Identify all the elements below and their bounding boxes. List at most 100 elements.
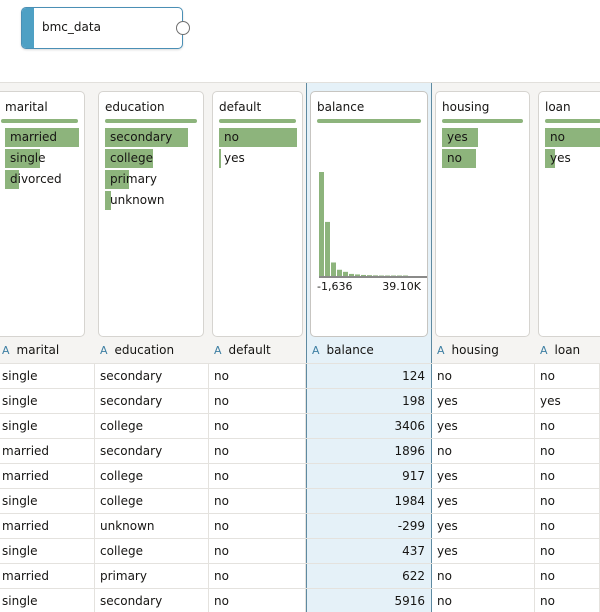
table-cell-housing[interactable]: no <box>432 589 535 612</box>
type-icon: A <box>100 343 108 357</box>
table-row[interactable]: married secondary no 1896 no no <box>0 438 600 464</box>
category-label: yes <box>447 130 468 144</box>
column-header-marital[interactable]: Amarital <box>0 337 95 363</box>
table-cell-loan[interactable]: no <box>535 489 600 514</box>
table-cell-housing[interactable]: yes <box>432 514 535 539</box>
table-cell-default[interactable]: no <box>209 364 306 389</box>
table-cell-loan[interactable]: no <box>535 414 600 439</box>
table-cell-marital[interactable]: single <box>0 364 95 389</box>
table-cell-balance[interactable]: 198 <box>306 389 432 414</box>
histogram-bin <box>331 262 336 276</box>
table-cell-default[interactable]: no <box>209 539 306 564</box>
table-cell-marital[interactable]: single <box>0 389 95 414</box>
data-grid: marital married single divorced Amarital educ… <box>0 82 600 612</box>
table-row[interactable]: married college no 917 yes no <box>0 463 600 489</box>
table-cell-marital[interactable]: married <box>0 439 95 464</box>
table-cell-loan[interactable]: no <box>535 539 600 564</box>
table-cell-housing[interactable]: yes <box>432 414 535 439</box>
table-cell-balance[interactable]: 437 <box>306 539 432 564</box>
histogram-bin <box>391 275 396 276</box>
table-cell-education[interactable]: college <box>95 539 209 564</box>
column-header-default[interactable]: Adefault <box>209 337 306 363</box>
table-cell-education[interactable]: unknown <box>95 514 209 539</box>
table-cell-marital[interactable]: single <box>0 589 95 612</box>
category-label: primary <box>110 172 157 186</box>
table-row[interactable]: single college no 1984 yes no <box>0 488 600 514</box>
table-cell-default[interactable]: no <box>209 389 306 414</box>
table-cell-default[interactable]: no <box>209 589 306 612</box>
table-cell-education[interactable]: primary <box>95 564 209 589</box>
table-cell-balance[interactable]: -299 <box>306 514 432 539</box>
table-cell-housing[interactable]: no <box>432 364 535 389</box>
table-cell-marital[interactable]: married <box>0 514 95 539</box>
column-header-label: default <box>228 343 271 357</box>
table-cell-housing[interactable]: yes <box>432 464 535 489</box>
table-cell-balance[interactable]: 1984 <box>306 489 432 514</box>
table-row[interactable]: single secondary no 5916 no no <box>0 588 600 612</box>
column-header-loan[interactable]: Aloan <box>535 337 600 363</box>
table-cell-marital[interactable]: married <box>0 464 95 489</box>
table-cell-marital[interactable]: single <box>0 539 95 564</box>
table-row[interactable]: single college no 3406 yes no <box>0 413 600 439</box>
table-cell-marital[interactable]: married <box>0 564 95 589</box>
table-row[interactable]: single secondary no 124 no no <box>0 363 600 389</box>
table-cell-balance[interactable]: 622 <box>306 564 432 589</box>
table-cell-default[interactable]: no <box>209 414 306 439</box>
table-cell-education[interactable]: college <box>95 489 209 514</box>
histogram-bin <box>361 274 366 276</box>
column-header-education[interactable]: Aeducation <box>95 337 209 363</box>
table-cell-loan[interactable]: no <box>535 464 600 489</box>
table-cell-marital[interactable]: single <box>0 489 95 514</box>
table-cell-balance[interactable]: 1896 <box>306 439 432 464</box>
node-output-port[interactable] <box>176 21 190 35</box>
table-cell-balance[interactable]: 917 <box>306 464 432 489</box>
table-cell-housing[interactable]: yes <box>432 389 535 414</box>
table-cell-housing[interactable]: no <box>432 564 535 589</box>
profile-summary-bar <box>317 119 421 123</box>
table-cell-loan[interactable]: no <box>535 364 600 389</box>
profile-title: loan <box>545 100 571 114</box>
table-cell-balance[interactable]: 124 <box>306 364 432 389</box>
table-cell-education[interactable]: college <box>95 414 209 439</box>
table-cell-default[interactable]: no <box>209 489 306 514</box>
category-label: single <box>10 151 46 165</box>
profile-summary-bar <box>1 119 78 123</box>
node-label: bmc_data <box>42 20 101 34</box>
column-header-housing[interactable]: Ahousing <box>432 337 535 363</box>
table-cell-loan[interactable]: no <box>535 439 600 464</box>
profile-card-housing: housing yes no <box>435 91 530 337</box>
table-cell-education[interactable]: secondary <box>95 439 209 464</box>
column-header-balance[interactable]: Abalance <box>307 337 431 363</box>
histogram-bin <box>319 172 324 276</box>
table-cell-education[interactable]: college <box>95 464 209 489</box>
table-cell-balance[interactable]: 5916 <box>306 589 432 612</box>
balance-histogram <box>319 172 427 278</box>
histogram-max-label: 39.10K <box>382 280 421 293</box>
table-cell-default[interactable]: no <box>209 514 306 539</box>
table-cell-education[interactable]: secondary <box>95 364 209 389</box>
profile-title: marital <box>5 100 48 114</box>
table-cell-education[interactable]: secondary <box>95 589 209 612</box>
table-cell-default[interactable]: no <box>209 564 306 589</box>
table-cell-housing[interactable]: yes <box>432 489 535 514</box>
table-row[interactable]: married primary no 622 no no <box>0 563 600 589</box>
histogram-bin <box>385 275 390 276</box>
table-cell-loan[interactable]: no <box>535 514 600 539</box>
dataset-node[interactable]: bmc_data <box>21 7 190 49</box>
table-cell-marital[interactable]: single <box>0 414 95 439</box>
table-cell-loan[interactable]: no <box>535 589 600 612</box>
table-cell-balance[interactable]: 3406 <box>306 414 432 439</box>
profile-card-default: default no yes <box>212 91 303 337</box>
table-cell-loan[interactable]: no <box>535 564 600 589</box>
table-cell-education[interactable]: secondary <box>95 389 209 414</box>
table-row[interactable]: married unknown no -299 yes no <box>0 513 600 539</box>
table-cell-default[interactable]: no <box>209 439 306 464</box>
table-cell-loan[interactable]: yes <box>535 389 600 414</box>
table-row[interactable]: single college no 437 yes no <box>0 538 600 564</box>
table-cell-housing[interactable]: yes <box>432 539 535 564</box>
table-cell-housing[interactable]: no <box>432 439 535 464</box>
profile-card-loan: loan no yes <box>538 91 600 337</box>
table-cell-default[interactable]: no <box>209 464 306 489</box>
histogram-bin <box>355 274 360 276</box>
table-row[interactable]: single secondary no 198 yes yes <box>0 388 600 414</box>
